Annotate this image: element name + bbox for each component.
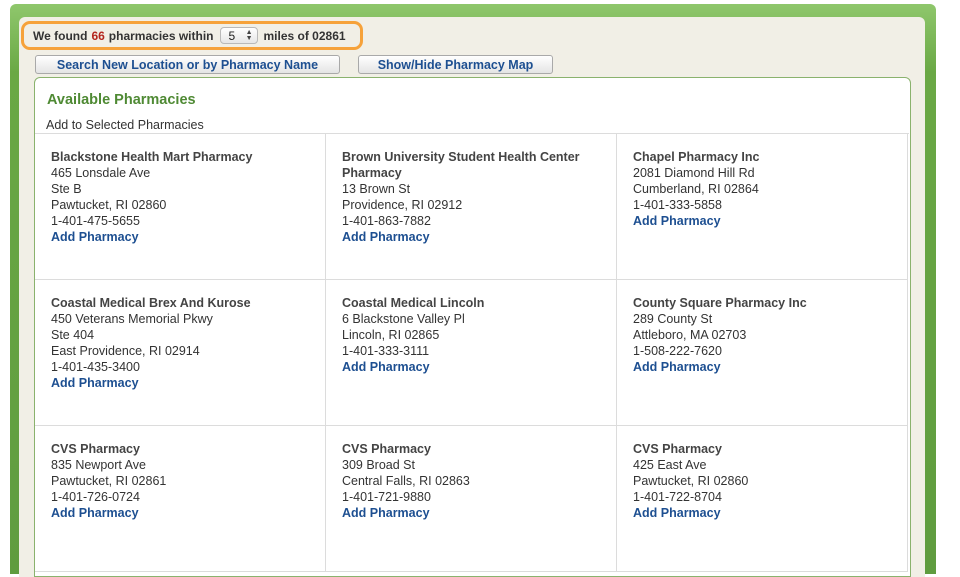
pharmacy-address-line: Pawtucket, RI 02861 [51,474,167,488]
add-pharmacy-link[interactable]: Add Pharmacy [633,505,897,521]
add-pharmacy-link[interactable]: Add Pharmacy [633,359,897,375]
add-pharmacy-link[interactable]: Add Pharmacy [342,359,606,375]
pharmacy-address-line: Providence, RI 02912 [342,198,463,212]
pharmacy-address-line: Cumberland, RI 02864 [633,182,759,196]
pharmacy-card: CVS Pharmacy 309 Broad St Central Falls, R… [326,426,617,572]
pharmacy-name: Chapel Pharmacy Inc [633,150,760,164]
pharmacy-address-line: 1-401-726-0724 [51,490,140,504]
pharmacy-address-line: 1-401-475-5655 [51,214,140,228]
pharmacy-address-line: 1-401-722-8704 [633,490,722,504]
miles-select[interactable]: 5 ▲ ▼ [219,27,258,44]
pharmacy-card: Coastal Medical Brex And Kurose 450 Veter… [35,280,326,426]
pharmacy-address-line: 835 Newport Ave [51,458,146,472]
results-subtitle: Add to Selected Pharmacies [46,118,204,132]
pharmacy-address-line: 465 Lonsdale Ave [51,166,151,180]
pharmacy-address-line: 2081 Diamond Hill Rd [633,166,755,180]
add-pharmacy-link[interactable]: Add Pharmacy [51,505,315,521]
pharmacy-address-line: Ste 404 [51,328,95,342]
add-pharmacy-link[interactable]: Add Pharmacy [51,375,315,391]
pharmacy-address-line: Attleboro, MA 02703 [633,328,747,342]
add-pharmacy-link[interactable]: Add Pharmacy [51,229,315,245]
pharmacy-address-line: 13 Brown St [342,182,411,196]
pharmacy-address-line: 1-401-333-3111 [342,344,430,358]
pharmacy-card: Coastal Medical Lincoln 6 Blackstone Vall… [326,280,617,426]
add-pharmacy-link[interactable]: Add Pharmacy [633,213,897,229]
pharmacy-address-line: 1-401-721-9880 [342,490,431,504]
pharmacy-address-line: Central Falls, RI 02863 [342,474,470,488]
pharmacy-name: Brown University Student Health Center P… [342,150,580,180]
pharmacy-name: Coastal Medical Lincoln [342,296,485,310]
pharmacy-address-line: 1-401-435-3400 [51,360,140,374]
pharmacy-address-line: Lincoln, RI 02865 [342,328,440,342]
summary-prefix: We found [33,28,88,43]
pharmacy-card: Chapel Pharmacy Inc 2081 Diamond Hill Rd C… [617,134,908,280]
summary-middle: pharmacies within [108,28,214,43]
show-hide-map-button[interactable]: Show/Hide Pharmacy Map [358,55,553,74]
pharmacy-name: CVS Pharmacy [633,442,722,456]
pharmacy-grid: Blackstone Health Mart Pharmacy 465 Lonsd… [35,133,909,572]
result-count: 66 [91,28,105,43]
available-pharmacies-box: Available Pharmacies Add to Selected Pha… [34,77,911,577]
pharmacy-name: CVS Pharmacy [51,442,140,456]
pharmacy-address-line: 1-401-863-7882 [342,214,431,228]
pharmacy-address-line: 1-401-333-5858 [633,198,722,212]
pharmacy-address-line: 6 Blackstone Valley Pl [342,312,465,326]
pharmacy-address-line: Ste B [51,182,82,196]
pharmacy-address-line: 1-508-222-7620 [633,344,722,358]
pharmacy-card: Brown University Student Health Center P… [326,134,617,280]
pharmacy-address-line: 309 Broad St [342,458,415,472]
add-pharmacy-link[interactable]: Add Pharmacy [342,505,606,521]
pharmacy-address-line: 450 Veterans Memorial Pkwy [51,312,213,326]
search-summary: We found 66 pharmacies within 5 ▲ ▼ miles… [21,21,363,50]
results-title: Available Pharmacies [47,92,196,108]
pharmacy-name: Blackstone Health Mart Pharmacy [51,150,253,164]
add-pharmacy-link[interactable]: Add Pharmacy [342,229,606,245]
pharmacy-name: CVS Pharmacy [342,442,431,456]
miles-value: 5 [228,28,236,43]
pharmacy-address-line: Pawtucket, RI 02860 [633,474,749,488]
pharmacy-name: County Square Pharmacy Inc [633,296,807,310]
pharmacy-address-line: East Providence, RI 02914 [51,344,200,358]
pharmacy-address-line: 289 County St [633,312,713,326]
select-arrows-icon: ▲ ▼ [245,28,253,42]
pharmacy-card: CVS Pharmacy 425 East Ave Pawtucket, RI 02… [617,426,908,572]
search-new-location-button[interactable]: Search New Location or by Pharmacy Name [35,55,340,74]
pharmacy-card: County Square Pharmacy Inc 289 County St A… [617,280,908,426]
summary-suffix: miles of 02861 [263,28,346,43]
pharmacy-name: Coastal Medical Brex And Kurose [51,296,251,310]
pharmacy-address-line: 425 East Ave [633,458,707,472]
pharmacy-card: Blackstone Health Mart Pharmacy 465 Lonsd… [35,134,326,280]
pharmacy-address-line: Pawtucket, RI 02860 [51,198,167,212]
pharmacy-card: CVS Pharmacy 835 Newport Ave Pawtucket, RI… [35,426,326,572]
